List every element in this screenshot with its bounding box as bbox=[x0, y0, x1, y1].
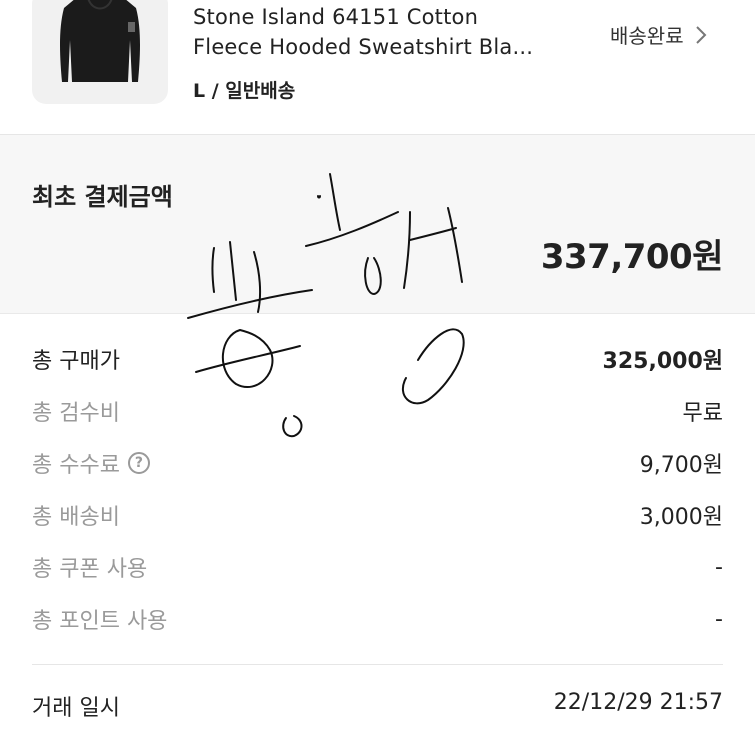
breakdown-label: 총 구매가 bbox=[32, 349, 120, 374]
hoodie-image bbox=[60, 0, 140, 82]
breakdown-row-shipping: 총 배송비 3,000원 bbox=[32, 489, 723, 541]
breakdown-value: - bbox=[715, 606, 723, 632]
divider bbox=[32, 664, 723, 665]
transaction-datetime-value: 22/12/29 21:57 bbox=[553, 690, 723, 715]
breakdown-label: 총 수수료 bbox=[32, 453, 120, 478]
breakdown-row-purchase: 총 구매가 325,000원 bbox=[32, 333, 723, 385]
product-thumbnail bbox=[32, 0, 168, 104]
chevron-right-icon bbox=[694, 24, 708, 46]
badge-patch bbox=[128, 22, 135, 32]
question-circle-icon[interactable]: ? bbox=[127, 452, 150, 474]
delivery-status-label: 배송완료 bbox=[610, 24, 684, 48]
breakdown-row-coupon: 총 쿠폰 사용 - bbox=[32, 541, 723, 593]
breakdown-value: 325,000원 bbox=[602, 349, 723, 374]
breakdown-value: - bbox=[715, 554, 723, 580]
order-product-header[interactable]: Stone Island 64151 Cotton Fleece Hooded … bbox=[0, 0, 755, 134]
initial-payment-label: 최초 결제금액 bbox=[32, 183, 173, 211]
initial-payment-section: 최초 결제금액 337,700원 bbox=[0, 135, 755, 314]
product-name-line-1: Stone Island 64151 Cotton bbox=[193, 5, 479, 29]
breakdown-value: 9,700원 bbox=[639, 453, 723, 478]
breakdown-row-fee: 총 수수료 ? 9,700원 bbox=[32, 437, 723, 489]
product-option: L / 일반배송 bbox=[193, 80, 296, 102]
initial-payment-amount: 337,700원 bbox=[540, 237, 724, 277]
breakdown-label: 총 포인트 사용 bbox=[32, 609, 168, 634]
breakdown-value: 3,000원 bbox=[639, 505, 723, 530]
breakdown-row-inspection: 총 검수비 무료 bbox=[32, 385, 723, 437]
breakdown-label: 총 쿠폰 사용 bbox=[32, 557, 148, 582]
delivery-status-link[interactable]: 배송완료 bbox=[610, 20, 708, 49]
payment-breakdown: 총 구매가 325,000원 총 검수비 무료 총 수수료 ? 9,700원 총… bbox=[0, 333, 755, 645]
product-name[interactable]: Stone Island 64151 Cotton Fleece Hooded … bbox=[193, 2, 593, 62]
breakdown-label: 총 배송비 bbox=[32, 505, 120, 530]
breakdown-label: 총 검수비 bbox=[32, 401, 120, 426]
breakdown-value: 무료 bbox=[682, 401, 723, 426]
transaction-datetime-label: 거래 일시 bbox=[32, 696, 120, 721]
breakdown-row-points: 총 포인트 사용 - bbox=[32, 593, 723, 645]
product-name-line-2: Fleece Hooded Sweatshirt Bla... bbox=[193, 35, 534, 59]
breakdown-label-wrap: 총 수수료 ? bbox=[32, 447, 150, 479]
transaction-datetime-row: 거래 일시 22/12/29 21:57 bbox=[32, 690, 723, 722]
